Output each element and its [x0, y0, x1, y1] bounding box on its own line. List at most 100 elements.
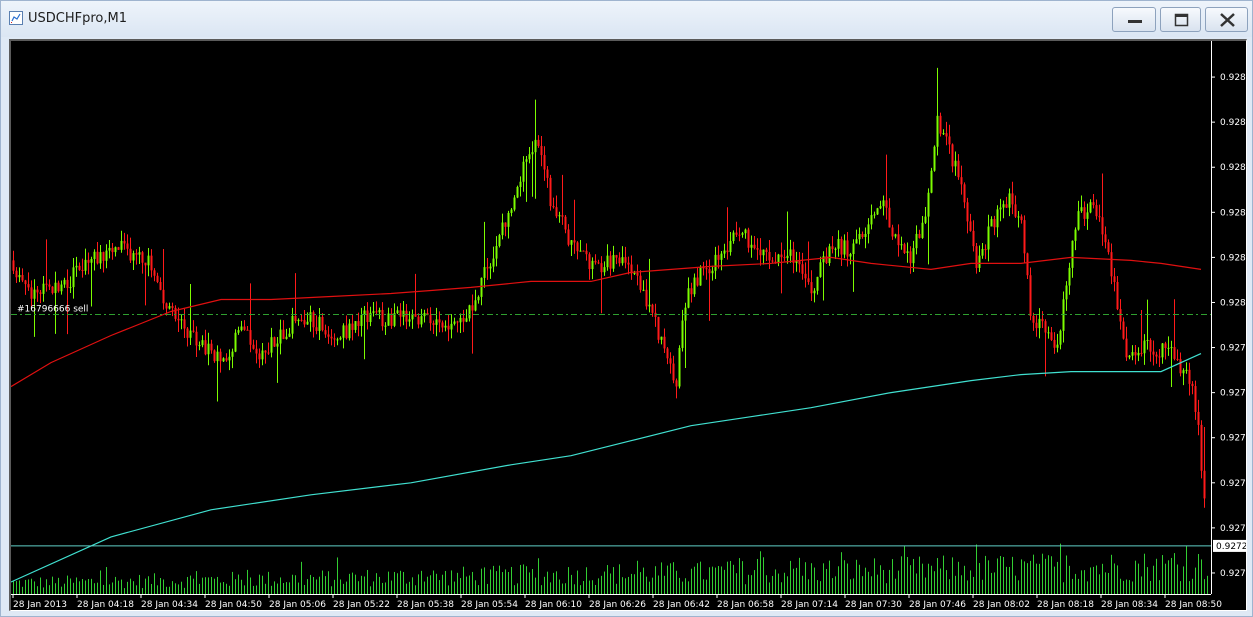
candle-bear — [1140, 352, 1143, 354]
volume-bar — [253, 585, 254, 594]
candle-bull — [120, 240, 123, 250]
candle-bear — [768, 251, 771, 261]
volume-bar — [697, 563, 698, 594]
candle-bear — [162, 289, 165, 304]
candle-bull — [489, 266, 492, 269]
candle-bull — [132, 253, 135, 261]
candle-bull — [1161, 343, 1164, 358]
volume-bar — [1009, 566, 1010, 594]
price-axis-label: 0.92820 — [1220, 253, 1246, 263]
volume-bar — [424, 581, 425, 594]
candle-bear — [111, 247, 114, 253]
volume-bar — [580, 585, 581, 594]
volume-bar — [736, 573, 737, 594]
candle-bear — [324, 330, 327, 335]
candle-bull — [837, 238, 840, 249]
candle-bull — [828, 246, 831, 264]
volume-bar — [967, 580, 968, 594]
candle-bear — [756, 248, 759, 250]
candle-bear — [243, 326, 246, 330]
volume-bar — [250, 577, 251, 594]
volume-bar — [241, 579, 242, 594]
candle-bull — [276, 343, 279, 347]
volume-bar — [112, 582, 113, 594]
candle-bear — [429, 315, 432, 324]
candle-bull — [579, 250, 582, 252]
title-bar[interactable]: USDCHFpro,M1 — [1, 1, 1252, 37]
candle-bear — [537, 139, 540, 146]
volume-bar — [886, 583, 887, 594]
volume-bar — [763, 557, 764, 594]
volume-bar — [871, 576, 872, 594]
candle-bear — [1032, 315, 1035, 323]
volume-bar — [1078, 578, 1079, 594]
candle-bull — [687, 288, 690, 308]
price-chart[interactable]: #16796666 sell 0.92880 0.92865 0.92850 0.928… — [11, 41, 1246, 610]
candle-bull — [168, 306, 171, 309]
volume-bar — [673, 562, 674, 594]
volume-bar — [304, 584, 305, 594]
candle-bear — [330, 336, 333, 339]
price-axis-label: 0.92865 — [1220, 118, 1246, 128]
candle-bull — [1008, 193, 1011, 208]
candle-bull — [1047, 332, 1050, 334]
volume-bar — [994, 572, 995, 594]
volume-bar — [772, 575, 773, 594]
candle-bear — [585, 250, 588, 255]
volume-bar — [556, 571, 557, 594]
volume-bar — [1033, 554, 1034, 594]
volume-bar — [937, 558, 938, 594]
candle-bull — [1065, 285, 1068, 300]
volume-bar — [778, 573, 779, 594]
candle-bear — [960, 177, 963, 185]
volume-bar — [664, 575, 665, 594]
volume-bar — [1075, 573, 1076, 594]
volume-bar — [1147, 567, 1148, 594]
candle-bear — [945, 133, 948, 137]
volume-bar — [769, 582, 770, 594]
candle-bear — [351, 323, 354, 330]
volume-bar — [1015, 575, 1016, 594]
volume-bar — [649, 581, 650, 594]
candle-bull — [237, 330, 240, 333]
volume-bar — [538, 558, 539, 594]
volume-bar — [28, 579, 29, 594]
volume-bar — [523, 564, 524, 594]
candle-bear — [1152, 351, 1155, 355]
candle-bear — [390, 313, 393, 326]
candle-bear — [267, 352, 270, 354]
volume-bar — [100, 570, 101, 594]
volume-bar — [559, 579, 560, 594]
candle-bear — [1164, 343, 1167, 349]
volume-bar — [919, 556, 920, 594]
candle-bull — [519, 181, 522, 187]
volume-bar — [1180, 581, 1181, 594]
candle-bear — [210, 343, 213, 351]
chart-area[interactable]: #16796666 sell 0.92880 0.92865 0.92850 0.928… — [9, 39, 1247, 611]
volume-bar — [1027, 563, 1028, 594]
volume-bar — [766, 575, 767, 594]
volume-bar — [109, 584, 110, 594]
minimize-button[interactable] — [1112, 7, 1156, 32]
price-axis-label: 0.92730 — [1220, 524, 1246, 534]
maximize-button[interactable] — [1160, 7, 1201, 32]
volume-bar — [46, 579, 47, 594]
candle-bear — [1155, 354, 1158, 357]
volume-bar — [715, 567, 716, 594]
candle-bull — [912, 248, 915, 264]
volume-bar — [988, 560, 989, 594]
candle-bull — [822, 256, 825, 263]
candle-bull — [1167, 347, 1170, 349]
volume-bar — [541, 585, 542, 594]
candle-bear — [669, 358, 672, 364]
volume-bar — [514, 585, 515, 594]
volume-bar — [343, 583, 344, 594]
close-button[interactable] — [1205, 7, 1248, 32]
volume-bar — [133, 581, 134, 594]
candle-bull — [285, 336, 288, 339]
volume-bar — [982, 579, 983, 594]
candle-bear — [1014, 204, 1017, 217]
volume-bar — [589, 580, 590, 594]
volume-bar — [844, 560, 845, 594]
candle-bear — [597, 262, 600, 264]
